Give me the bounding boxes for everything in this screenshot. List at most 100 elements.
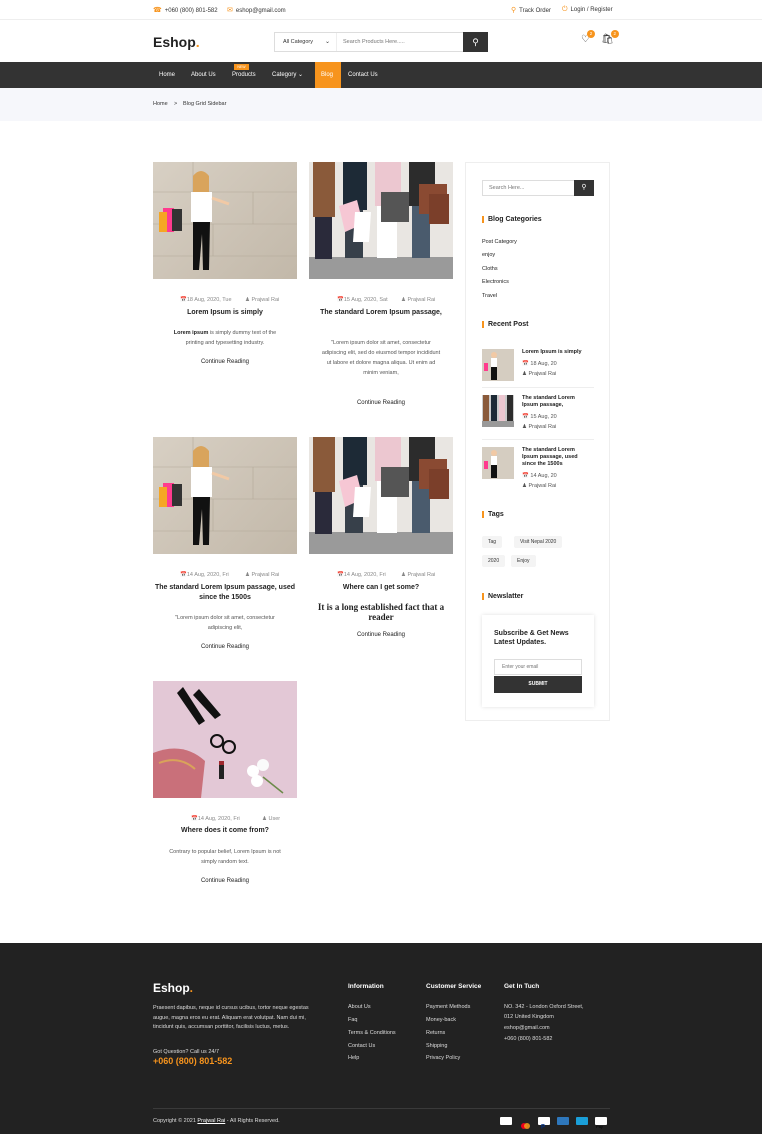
breadcrumb-home[interactable]: Home [153,101,168,107]
search-button[interactable]: ⚲ [463,32,488,52]
category-link[interactable]: Post Category [482,239,517,245]
post-image[interactable] [309,162,453,279]
post-meta: 📅14 Aug, 2020, Fri [180,572,229,578]
newsletter-title: Newslatter [482,593,523,600]
recent-post-thumbnail[interactable] [482,349,514,381]
post-excerpt: It is a long established fact that a rea… [317,602,445,622]
visa-card-icon [576,1117,588,1125]
footer-link[interactable]: Shipping [426,1043,447,1049]
footer-logo[interactable]: Eshop. [153,981,193,995]
search-input[interactable] [337,33,465,51]
continue-reading-link[interactable]: Continue Reading [309,632,453,638]
footer-link[interactable]: Faq [348,1017,357,1023]
post-author[interactable]: ♟ Prajwal Rai [401,297,435,303]
post-image[interactable] [153,681,297,798]
post-excerpt: "Lorem ipsum dolor sit amet, consectetur… [175,615,275,631]
sidebar-search-input[interactable] [483,181,573,195]
divider [482,387,594,388]
category-link[interactable]: Cloths [482,266,498,272]
post-image[interactable] [153,162,297,279]
post-image[interactable] [309,437,453,554]
continue-reading-link[interactable]: Continue Reading [153,359,297,365]
product-search: All Category⌄ ⚲ [274,32,488,52]
footer-contact-phone[interactable]: +060 (800) 801-582 [504,1036,552,1042]
login-register-link[interactable]: ⏻ Login / Register [562,6,613,14]
category-link[interactable]: Electronics [482,279,509,285]
topbar-phone[interactable]: ☎ +060 (800) 801-582 [153,6,218,14]
location-pin-icon: ⚲ [511,7,517,14]
tag-chip[interactable]: 2020 [482,555,506,567]
footer-link[interactable]: Help [348,1055,359,1061]
tag-chip[interactable]: Visit Nepal 2020 [514,536,563,548]
tags-title: Tags [482,511,504,518]
footer-link[interactable]: Privacy Policy [426,1055,460,1061]
group-shopping-bags-image [309,437,453,554]
footer-contact-title: Get In Tuch [504,983,540,990]
recent-post-link[interactable]: Lorem Ipsum is simply [522,349,592,356]
nav-category[interactable]: Category ⌄ [266,62,309,88]
post-author[interactable]: ♟ Prajwal Rai [245,572,279,578]
post-author[interactable]: ♟ Prajwal Rai [245,297,279,303]
sidebar-search-button[interactable]: ⚲ [574,180,594,196]
calendar-icon: 📅 [180,297,187,303]
nav-contact-us[interactable]: Contact Us [342,62,384,88]
wishlist-count-badge: 2 [586,30,595,38]
mastercard-icon [519,1117,531,1129]
chevron-down-icon: ⌄ [324,39,330,45]
recent-post-image [482,395,514,427]
main-nav: Home About Us Products Category ⌄ Blog C… [0,62,762,88]
nav-home[interactable]: Home [153,62,181,88]
cart-button[interactable]: 🛍 2 [601,30,619,45]
sidebar-search: ⚲ [482,180,594,196]
post-title[interactable]: Where can I get some? [309,583,453,593]
post-author[interactable]: ♟ Prajwal Rai [401,572,435,578]
site-logo[interactable]: Eshop. [153,34,200,50]
footer-question: Got Question? Call us 24/7 [153,1049,220,1055]
category-select[interactable]: All Category ⌄ [275,33,337,51]
post-title[interactable]: The standard Lorem Ipsum passage, used s… [153,583,297,603]
top-bar: ☎ +060 (800) 801-582 ✉ eshop@gmail.com ⚲ Tr… [0,0,762,20]
continue-reading-link[interactable]: Continue Reading [153,644,297,650]
recent-post-date: 📅 18 Aug, 20 [522,361,557,367]
footer-email[interactable]: eshop@gmail.com [504,1025,550,1031]
footer-link[interactable]: Terms & Conditions [348,1030,396,1036]
topbar-email[interactable]: ✉ eshop@gmail.com [227,6,286,14]
footer: Eshop. Praesent dapibus, neque id cursus… [0,943,762,1134]
post-title[interactable]: The standard Lorem Ipsum passage, [309,308,453,318]
tag-chip[interactable]: Enjoy [511,555,536,567]
envelope-icon: ✉ [227,7,233,14]
footer-link[interactable]: About Us [348,1004,371,1010]
recent-post-link[interactable]: The standard Lorem Ipsum passage, used s… [522,447,592,468]
recent-post-title: Recent Post [482,321,528,328]
newsletter-email-input[interactable] [494,659,582,675]
category-link[interactable]: Travel [482,293,497,299]
footer-phone[interactable]: +060 (800) 801-582 [153,1056,232,1066]
post-image[interactable] [153,437,297,554]
post-title[interactable]: Where does it come from? [153,826,297,836]
wishlist-button[interactable]: ♡ 2 [581,30,595,45]
category-link[interactable]: enjoy [482,252,495,258]
post-title[interactable]: Lorem Ipsum is simply [153,308,297,318]
post-author[interactable]: ♟ User [262,816,280,822]
footer-link[interactable]: Contact Us [348,1043,375,1049]
nav-about-us[interactable]: About Us [185,62,222,88]
newsletter-heading: Subscribe & Get News Latest Updates. [494,630,569,646]
newsletter-submit-button[interactable]: SUBMIT [494,676,582,693]
continue-reading-link[interactable]: Continue Reading [153,878,297,884]
nav-blog[interactable]: Blog [315,62,341,88]
post-excerpt: "Lorem ipsum dolor sit amet, consectetur… [321,340,441,376]
footer-link[interactable]: Payment Methods [426,1004,470,1010]
footer-link[interactable]: Returns [426,1030,445,1036]
recent-post-link[interactable]: The standard Lorem Ipsum passage, [522,395,592,409]
footer-information-title: Information [348,983,384,990]
power-icon: ⏻ [562,6,568,13]
copyright-author-link[interactable]: Prajwal Rai [197,1118,225,1124]
tag-chip[interactable]: Tag [482,536,503,548]
recent-post-thumbnail[interactable] [482,447,514,479]
footer-link[interactable]: Money-back [426,1017,456,1023]
post-excerpt: Lorem ipsum is simply dummy text of the … [173,330,277,346]
calendar-icon: 📅 [337,297,344,303]
recent-post-thumbnail[interactable] [482,395,514,427]
track-order-link[interactable]: ⚲ Track Order [511,6,551,14]
continue-reading-link[interactable]: Continue Reading [309,400,453,406]
